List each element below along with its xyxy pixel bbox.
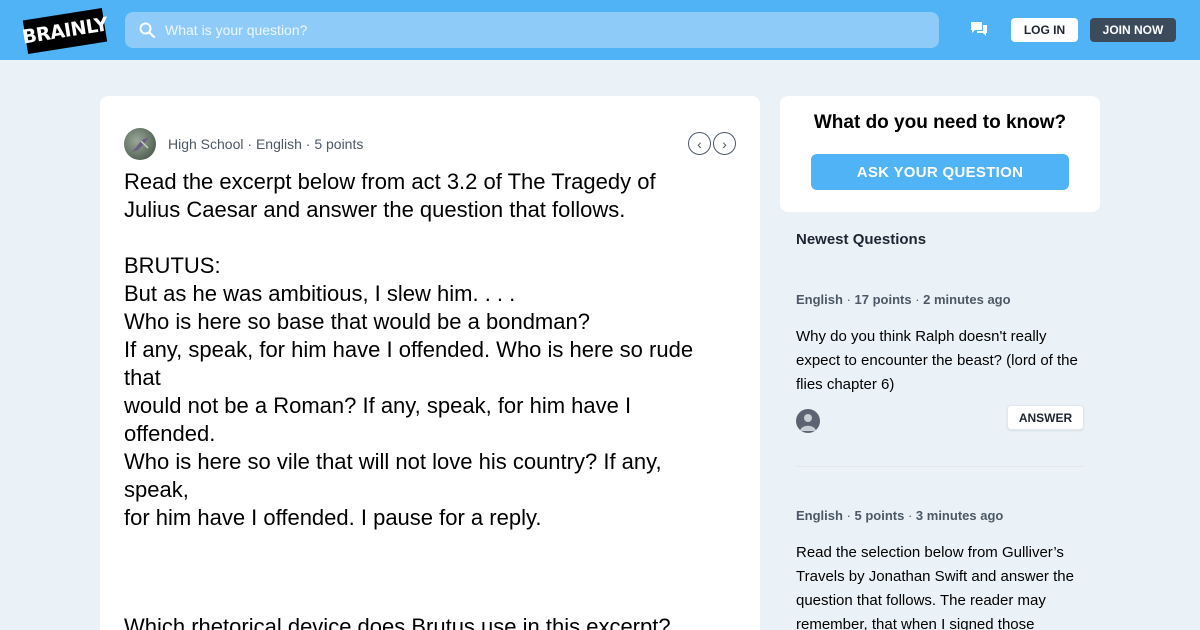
question-prompt: Which rhetorical device does Brutus use …: [124, 614, 671, 630]
next-question-button[interactable]: ›: [713, 132, 736, 155]
logo-text: BRAINLY: [20, 13, 110, 49]
points-label: 5 points: [314, 136, 364, 152]
newest-question-item[interactable]: English · 5 points · 3 minutes ago Read …: [796, 508, 1084, 630]
question-meta: High School · English · 5 points: [168, 136, 364, 152]
search-bar[interactable]: [125, 12, 939, 48]
newest-question-subject[interactable]: English: [796, 508, 843, 523]
newest-question-points: 17 points: [854, 292, 912, 307]
ask-question-button[interactable]: ASK YOUR QUESTION: [811, 154, 1069, 190]
search-input[interactable]: [165, 22, 865, 38]
ask-question-card: What do you need to know? ASK YOUR QUEST…: [780, 96, 1100, 212]
newest-question-time: 2 minutes ago: [923, 292, 1011, 307]
newest-question-text[interactable]: Why do you think Ralph doesn't really ex…: [796, 325, 1084, 397]
newest-question-points: 5 points: [854, 508, 905, 523]
user-avatar[interactable]: [796, 409, 820, 433]
login-button[interactable]: LOG IN: [1011, 18, 1078, 42]
level-label[interactable]: High School: [168, 136, 244, 152]
newest-question-meta: English · 5 points · 3 minutes ago: [796, 508, 1004, 523]
top-navigation-bar: BRAINLY LOG IN JOIN NOW: [0, 0, 1200, 60]
newest-questions-heading: Newest Questions: [796, 231, 927, 248]
asker-avatar[interactable]: [124, 128, 156, 160]
newest-question-meta: English · 17 points · 2 minutes ago: [796, 292, 1011, 307]
join-now-button[interactable]: JOIN NOW: [1090, 18, 1176, 42]
question-navigation: ‹ ›: [688, 132, 736, 155]
newest-question-text[interactable]: Read the selection below from Gulliver’s…: [796, 541, 1084, 630]
search-icon: [139, 22, 156, 39]
newest-question-item[interactable]: English · 17 points · 2 minutes ago Why …: [796, 292, 1084, 437]
previous-question-button[interactable]: ‹: [688, 132, 711, 155]
brainly-logo[interactable]: BRAINLY: [20, 7, 110, 55]
ask-title: What do you need to know?: [813, 112, 1067, 133]
question-text: Read the excerpt below from act 3.2 of T…: [124, 169, 694, 530]
divider: [796, 466, 1084, 467]
newest-question-subject[interactable]: English: [796, 292, 843, 307]
subject-label[interactable]: English: [256, 136, 302, 152]
newest-question-actions: ANSWER: [796, 405, 1084, 437]
newest-question-time: 3 minutes ago: [915, 508, 1004, 523]
answer-button[interactable]: ANSWER: [1007, 405, 1084, 430]
question-card: High School · English · 5 points ‹ › Rea…: [100, 96, 760, 630]
messages-icon[interactable]: [970, 21, 988, 37]
